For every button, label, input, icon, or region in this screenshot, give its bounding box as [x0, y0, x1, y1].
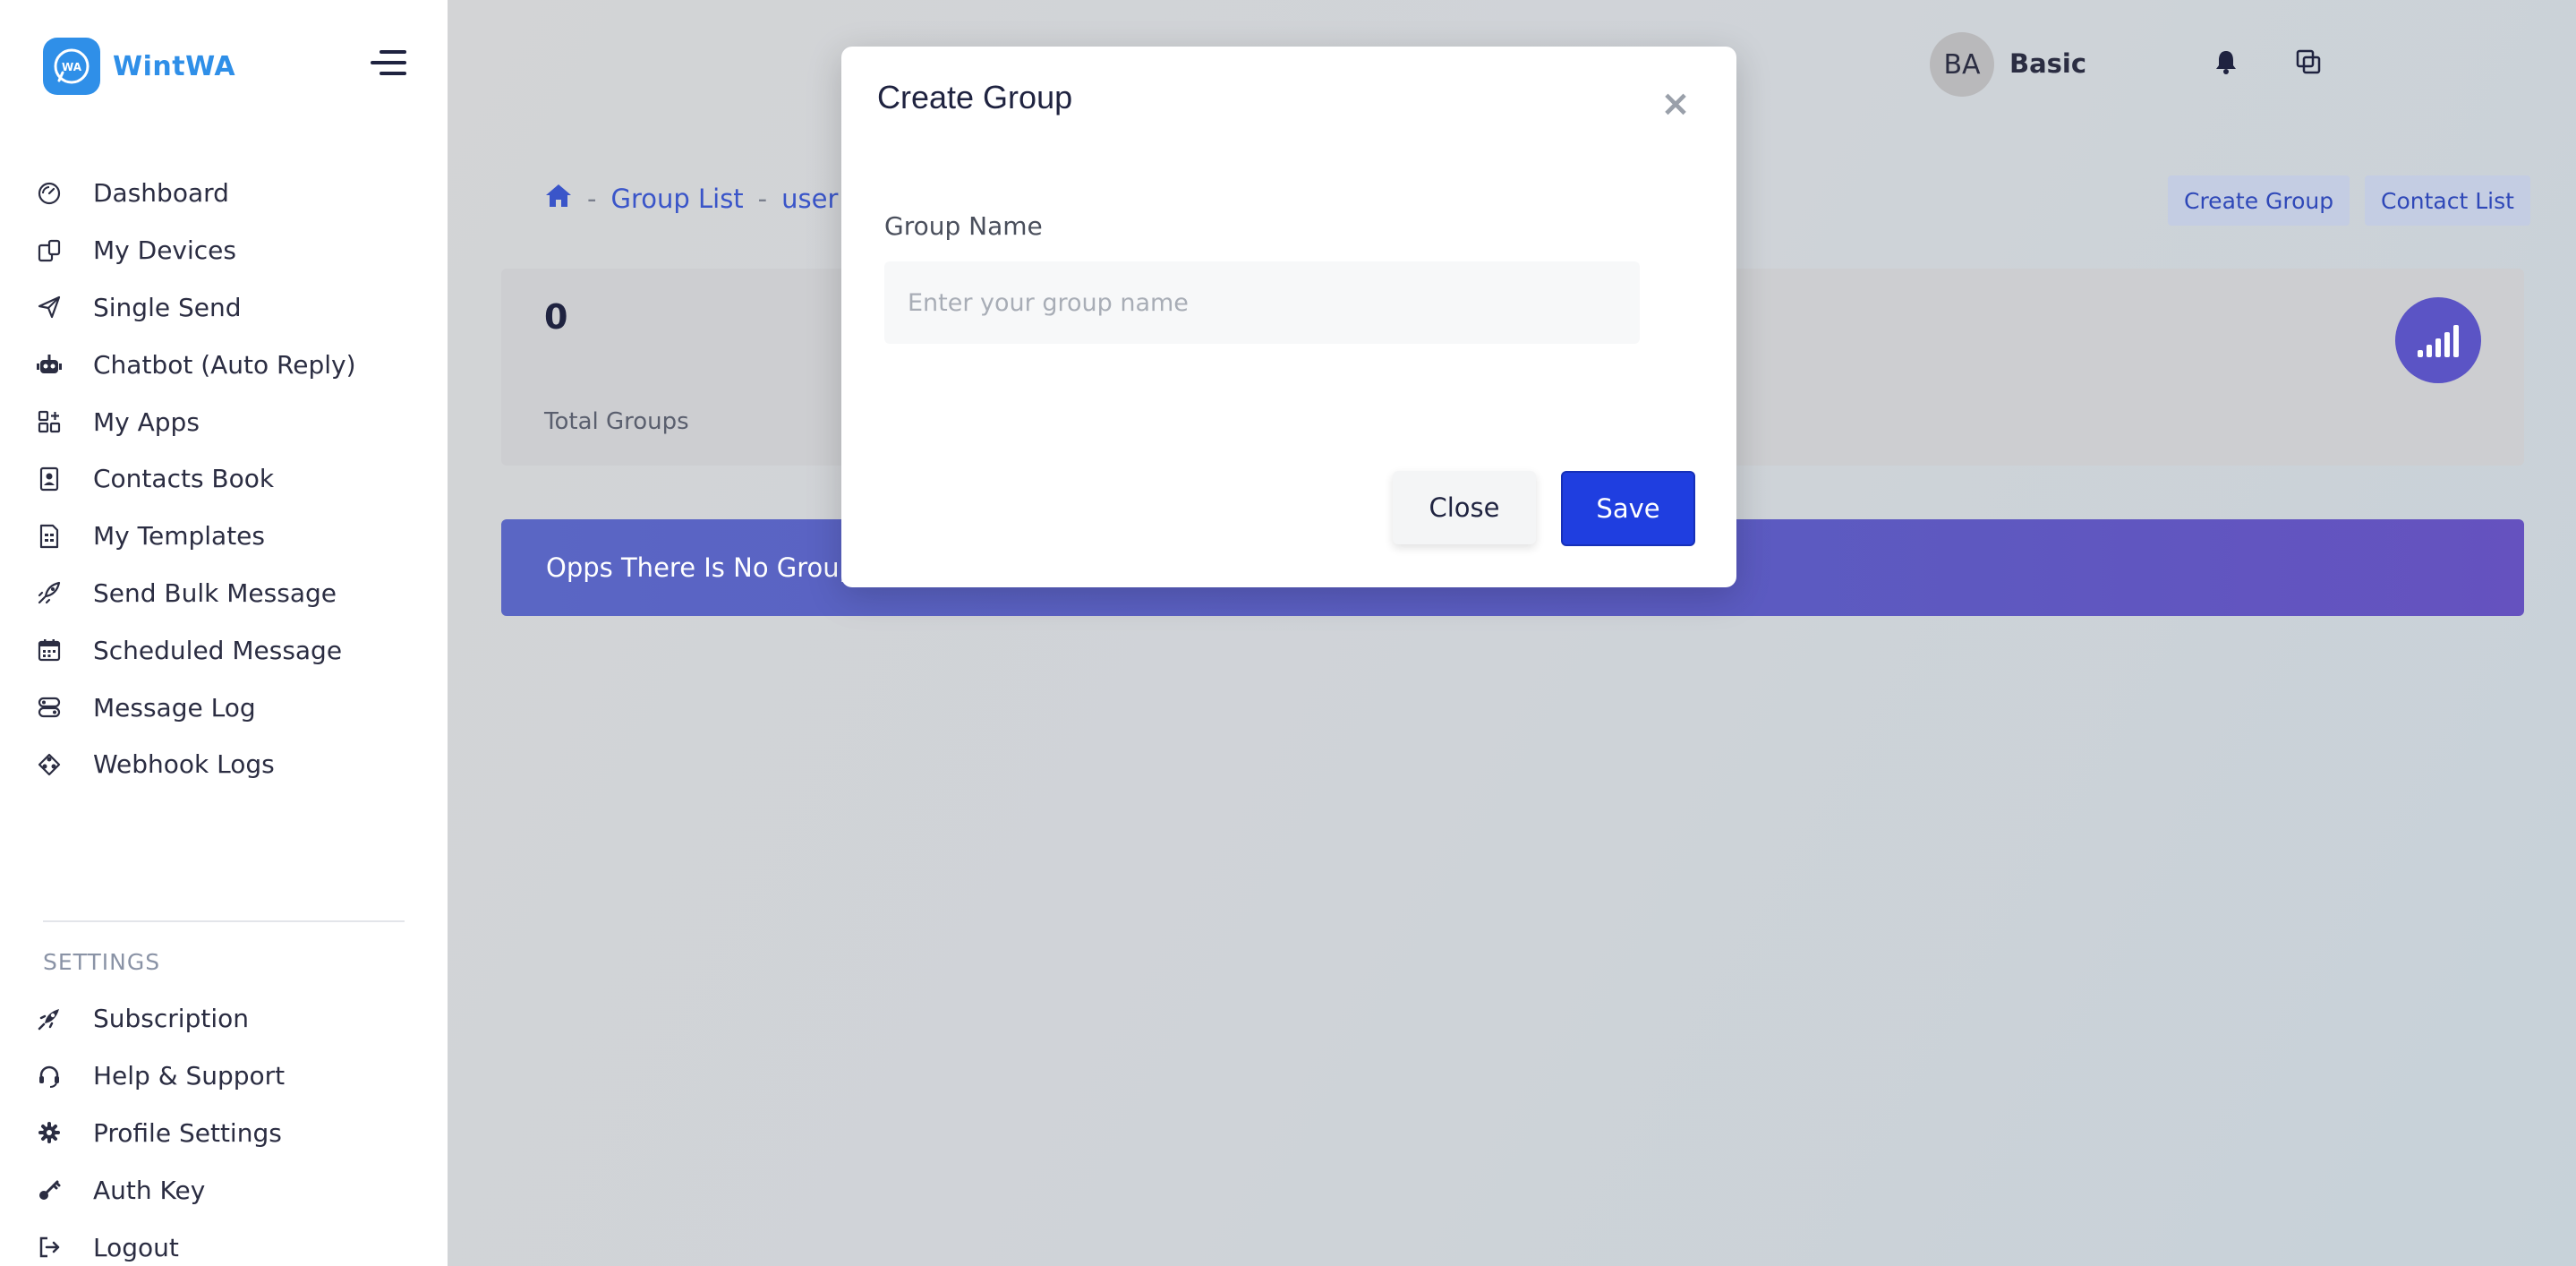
sidebar-nav: Dashboard My Devices Single Send Chatbot…	[0, 165, 448, 793]
paper-plane-icon	[36, 294, 63, 321]
breadcrumb-separator: -	[587, 183, 597, 214]
contact-list-button[interactable]: Contact List	[2365, 175, 2530, 226]
sidebar-item-label: Webhook Logs	[93, 749, 275, 780]
sidebar-item-my-apps[interactable]: My Apps	[0, 393, 448, 450]
sidebar-item-message-log[interactable]: Message Log	[0, 679, 448, 736]
breadcrumb-group-list[interactable]: Group List	[610, 184, 743, 214]
sidebar-item-my-templates[interactable]: My Templates	[0, 508, 448, 565]
sidebar: WA WintWA Dashboard My Devices Single Se…	[0, 0, 448, 1266]
sidebar-item-label: My Devices	[93, 235, 236, 266]
sidebar-item-label: Profile Settings	[93, 1117, 282, 1148]
bell-icon[interactable]	[2211, 47, 2241, 77]
create-group-modal: Create Group × Group Name Close Save	[841, 47, 1736, 587]
sidebar-item-scheduled-message[interactable]: Scheduled Message	[0, 621, 448, 679]
create-group-button[interactable]: Create Group	[2168, 175, 2350, 226]
total-groups-label: Total Groups	[544, 408, 689, 435]
sidebar-item-help-support[interactable]: Help & Support	[0, 1048, 448, 1105]
sidebar-item-label: Dashboard	[93, 178, 229, 209]
sidebar-item-label: Subscription	[93, 1004, 249, 1034]
sidebar-item-label: Send Bulk Message	[93, 577, 337, 608]
save-button[interactable]: Save	[1561, 471, 1695, 546]
settings-nav: Subscription Help & Support Profile Sett…	[0, 990, 448, 1266]
home-icon[interactable]	[544, 182, 573, 215]
sidebar-item-label: Logout	[93, 1232, 179, 1262]
breadcrumb-separator: -	[757, 183, 768, 214]
user-name[interactable]: Basic	[2009, 48, 2086, 79]
settings-section-title: SETTINGS	[43, 949, 161, 975]
whatsapp-logo-icon: WA	[43, 38, 100, 95]
avatar[interactable]: BA	[1930, 32, 1994, 97]
group-name-input[interactable]	[884, 261, 1640, 344]
breadcrumb-user[interactable]: user	[781, 184, 838, 214]
headset-icon	[36, 1063, 63, 1090]
brand-logo[interactable]: WA WintWA	[43, 38, 235, 95]
total-groups-value: 0	[544, 297, 568, 337]
close-icon[interactable]: ×	[1658, 86, 1693, 122]
calendar-icon	[36, 637, 63, 663]
sidebar-item-my-devices[interactable]: My Devices	[0, 222, 448, 279]
sidebar-item-webhook-logs[interactable]: Webhook Logs	[0, 736, 448, 793]
message-log-icon	[36, 694, 63, 721]
close-button[interactable]: Close	[1393, 471, 1536, 544]
sidebar-item-label: My Templates	[93, 521, 265, 552]
sidebar-item-label: My Apps	[93, 406, 200, 437]
rocket-icon	[36, 579, 63, 606]
sidebar-item-label: Message Log	[93, 692, 256, 723]
webhook-icon	[36, 751, 63, 778]
sidebar-item-profile-settings[interactable]: Profile Settings	[0, 1105, 448, 1162]
sidebar-item-label: Chatbot (Auto Reply)	[93, 349, 356, 380]
apps-grid-icon	[36, 408, 63, 435]
brand-name: WintWA	[113, 50, 236, 82]
modal-title: Create Group	[877, 79, 1073, 115]
sidebar-item-logout[interactable]: Logout	[0, 1219, 448, 1266]
window-switch-icon[interactable]	[2293, 47, 2324, 77]
sidebar-item-label: Auth Key	[93, 1175, 206, 1205]
sidebar-item-label: Contacts Book	[93, 464, 275, 494]
robot-icon	[36, 351, 63, 378]
menu-toggle-icon[interactable]	[371, 50, 406, 79]
sidebar-item-send-bulk-message[interactable]: Send Bulk Message	[0, 565, 448, 622]
breadcrumb: - Group List - user -	[544, 182, 876, 215]
signal-bars-icon	[2395, 297, 2481, 383]
devices-icon	[36, 237, 63, 264]
sidebar-item-chatbot[interactable]: Chatbot (Auto Reply)	[0, 336, 448, 393]
sidebar-item-subscription[interactable]: Subscription	[0, 990, 448, 1048]
sidebar-item-label: Help & Support	[93, 1061, 286, 1091]
logout-icon	[36, 1234, 63, 1261]
sidebar-item-single-send[interactable]: Single Send	[0, 279, 448, 337]
group-name-label: Group Name	[884, 211, 1043, 241]
subscription-rocket-icon	[36, 1005, 63, 1032]
sidebar-item-auth-key[interactable]: Auth Key	[0, 1161, 448, 1219]
key-icon	[36, 1176, 63, 1203]
sidebar-divider	[43, 920, 405, 922]
svg-text:WA: WA	[62, 61, 82, 73]
sidebar-item-label: Scheduled Message	[93, 635, 343, 665]
sidebar-item-dashboard[interactable]: Dashboard	[0, 165, 448, 222]
gear-icon	[36, 1119, 63, 1146]
sidebar-item-label: Single Send	[93, 292, 242, 322]
sidebar-item-contacts-book[interactable]: Contacts Book	[0, 450, 448, 508]
template-document-icon	[36, 523, 63, 550]
contact-book-icon	[36, 466, 63, 492]
dashboard-gauge-icon	[36, 180, 63, 207]
